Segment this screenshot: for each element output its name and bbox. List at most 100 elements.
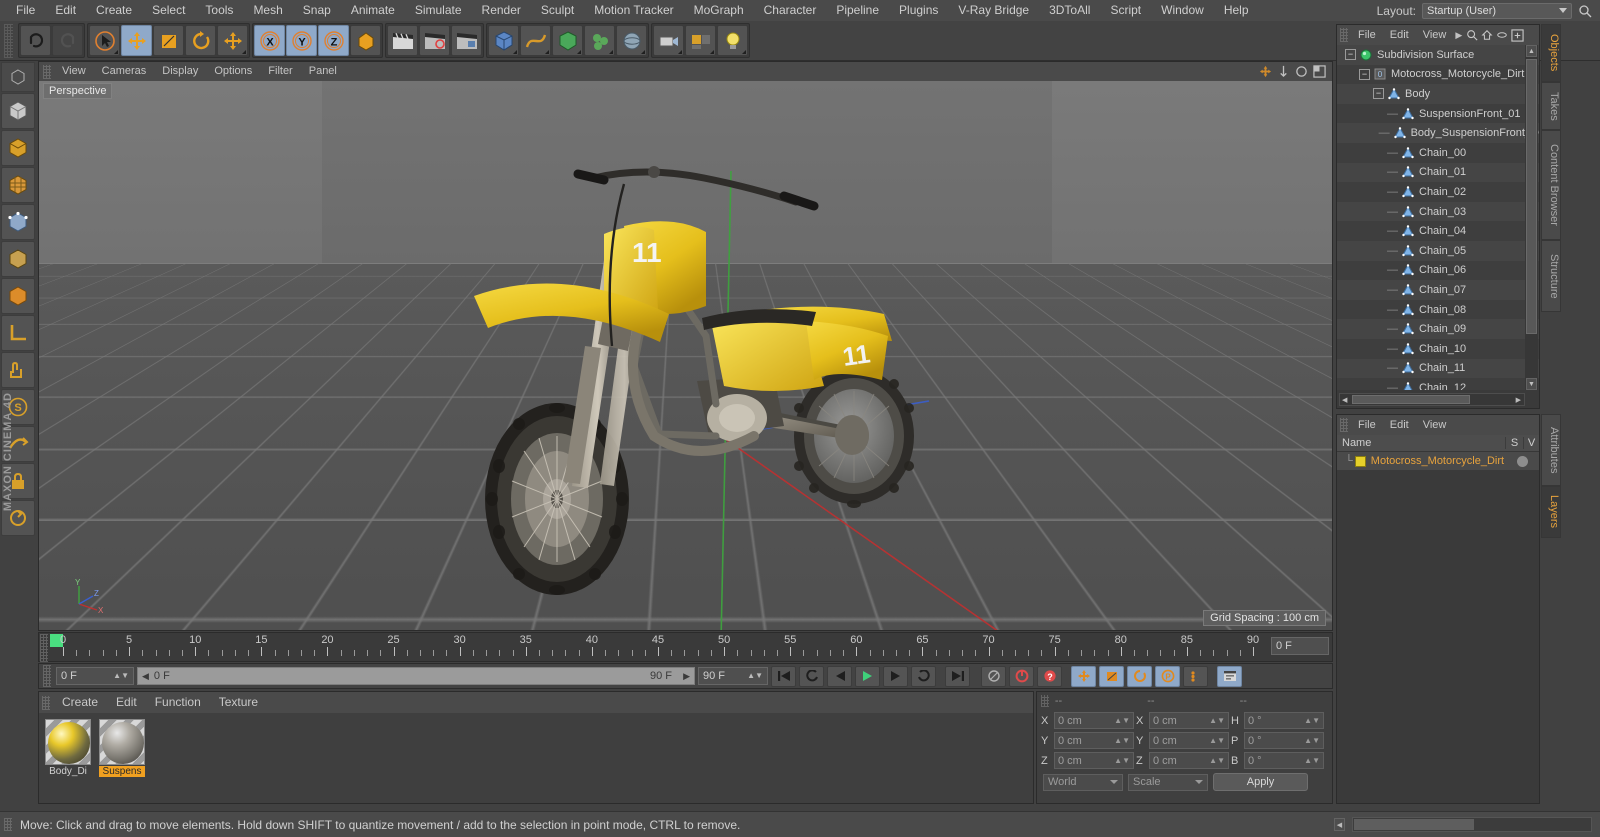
- object-menu-grip[interactable]: [1340, 28, 1348, 42]
- axis-gizmo-toggle-button[interactable]: [1, 62, 35, 92]
- step-back-button[interactable]: [827, 665, 852, 687]
- timeline-ruler[interactable]: 0 5 10 15 20 25 30 35 40 45 50 55 60 65 70 75 80 85 90 0 F: [38, 632, 1333, 662]
- menu-item-tools[interactable]: Tools: [195, 0, 243, 21]
- viewport-menu-cameras[interactable]: Cameras: [94, 62, 155, 81]
- object-tree-row[interactable]: — Chain_07: [1337, 280, 1539, 300]
- timeline-track[interactable]: 0 5 10 15 20 25 30 35 40 45 50 55 60 65 70 75 80 85 90: [50, 633, 1268, 661]
- statusbar-scrollbar[interactable]: [1352, 817, 1592, 832]
- scrollbar-thumb[interactable]: [1526, 59, 1537, 334]
- zoom-view-icon[interactable]: [1277, 65, 1290, 78]
- object-tree-row[interactable]: − Subdivision Surface: [1337, 45, 1539, 65]
- tool-flyout-corner[interactable]: [641, 50, 645, 54]
- timeline-toggle-button[interactable]: [1217, 665, 1242, 687]
- undo-button[interactable]: [20, 25, 51, 56]
- spinner-arrows-icon[interactable]: ▲▼: [1114, 716, 1130, 725]
- coord-input-size-y[interactable]: 0 cm ▲▼: [1149, 732, 1229, 749]
- coordinate-system-dropdown[interactable]: World: [1043, 773, 1123, 791]
- tree-expander-icon[interactable]: −: [1345, 49, 1356, 61]
- model-mode-button[interactable]: [1, 93, 35, 129]
- object-menu-view[interactable]: View: [1416, 25, 1454, 45]
- render-settings-button[interactable]: [451, 25, 482, 56]
- menu-item-mograph[interactable]: MoGraph: [684, 0, 754, 21]
- object-tree-row[interactable]: — Chain_10: [1337, 338, 1539, 359]
- move-tool-button[interactable]: [121, 25, 152, 56]
- axis-y-button[interactable]: Y: [286, 25, 317, 56]
- statusbar-grip[interactable]: [4, 818, 12, 831]
- move-tool-alt-button[interactable]: [217, 25, 248, 56]
- rotate-view-icon[interactable]: [1295, 65, 1308, 78]
- object-tree[interactable]: − Subdivision Surface −0 Motocross_Motorcyc…: [1337, 45, 1539, 390]
- object-menu-edit[interactable]: Edit: [1383, 25, 1416, 45]
- menu-item-select[interactable]: Select: [142, 0, 195, 21]
- tab-attributes[interactable]: Attributes: [1541, 414, 1561, 486]
- object-menu-file[interactable]: File: [1351, 25, 1383, 45]
- search-icon[interactable]: [1578, 4, 1592, 18]
- expand-all-icon[interactable]: [1511, 28, 1524, 42]
- menu-item-vray-bridge[interactable]: V-Ray Bridge: [948, 0, 1039, 21]
- go-to-end-button[interactable]: [945, 665, 970, 687]
- coord-input-rot-p[interactable]: 0 ° ▲▼: [1244, 732, 1324, 749]
- tool-flyout-corner[interactable]: [513, 50, 517, 54]
- rotate-tool-button[interactable]: [185, 25, 216, 56]
- search-icon[interactable]: [1466, 29, 1478, 41]
- add-environment-button[interactable]: [616, 25, 647, 56]
- add-deformer-button[interactable]: [584, 25, 615, 56]
- menu-item-help[interactable]: Help: [1214, 0, 1259, 21]
- tool-flyout-corner[interactable]: [742, 50, 746, 54]
- object-tree-row[interactable]: — Chain_01: [1337, 162, 1539, 183]
- coord-input-rot-b[interactable]: 0 ° ▲▼: [1244, 752, 1324, 769]
- spinner-arrows-icon[interactable]: ▲▼: [747, 672, 763, 680]
- current-frame-slider[interactable]: ◀ 0 F ▶ 90 F: [137, 667, 695, 685]
- position-key-button[interactable]: [1071, 665, 1096, 687]
- spinner-arrows-icon[interactable]: ▲▼: [1304, 756, 1320, 765]
- object-tree-row[interactable]: − Body: [1337, 84, 1539, 104]
- select-tool-button[interactable]: [89, 25, 120, 56]
- spinner-arrows-icon[interactable]: ▲▼: [113, 672, 129, 680]
- tab-content-browser[interactable]: Content Browser: [1541, 130, 1561, 240]
- layer-color-swatch[interactable]: [1354, 455, 1366, 467]
- object-tree-row[interactable]: — Chain_06: [1337, 260, 1539, 281]
- menu-item-render[interactable]: Render: [472, 0, 531, 21]
- next-key-button[interactable]: [911, 665, 936, 687]
- point-level-animation-button[interactable]: [1183, 665, 1208, 687]
- object-tree-row[interactable]: — Chain_12: [1337, 378, 1539, 390]
- tab-objects[interactable]: Objects: [1541, 24, 1561, 82]
- scroll-up-arrow-icon[interactable]: ▲: [1526, 45, 1537, 57]
- apply-button[interactable]: Apply: [1213, 773, 1308, 791]
- slider-left-arrow-icon[interactable]: ◀: [142, 671, 149, 682]
- polygon-mode-button[interactable]: [1, 167, 35, 203]
- scroll-down-arrow-icon[interactable]: ▼: [1526, 378, 1537, 390]
- add-light-button[interactable]: [717, 25, 748, 56]
- object-tree-hscrollbar[interactable]: ◀ ▶: [1339, 393, 1525, 406]
- tool-flyout-corner[interactable]: [609, 50, 613, 54]
- parameter-key-button[interactable]: P: [1155, 665, 1180, 687]
- world-object-coordinate-button[interactable]: [350, 25, 381, 56]
- spinner-arrows-icon[interactable]: ▲▼: [1304, 736, 1320, 745]
- spinner-arrows-icon[interactable]: ▲▼: [1114, 756, 1130, 765]
- object-tree-row[interactable]: — Chain_05: [1337, 240, 1539, 261]
- menu-item-script[interactable]: Script: [1100, 0, 1151, 21]
- rotation-key-button[interactable]: [1127, 665, 1152, 687]
- spinner-arrows-icon[interactable]: ▲▼: [1209, 716, 1225, 725]
- add-generator-button[interactable]: [552, 25, 583, 56]
- previous-key-button[interactable]: [799, 665, 824, 687]
- coord-input-pos-z[interactable]: 0 cm ▲▼: [1054, 752, 1134, 769]
- redo-button[interactable]: [52, 25, 83, 56]
- viewport-menu-grip[interactable]: [43, 64, 51, 79]
- axis-x-button[interactable]: X: [254, 25, 285, 56]
- spinner-arrows-icon[interactable]: ▲▼: [1209, 756, 1225, 765]
- layer-solo-dot[interactable]: [1517, 455, 1528, 467]
- timeline-grip[interactable]: [40, 634, 48, 662]
- spinner-arrows-icon[interactable]: ▲▼: [1304, 716, 1320, 725]
- tool-flyout-corner[interactable]: [242, 50, 246, 54]
- menu-item-snap[interactable]: Snap: [293, 0, 341, 21]
- step-forward-button[interactable]: [883, 665, 908, 687]
- object-tree-row[interactable]: — Chain_11: [1337, 358, 1539, 379]
- object-tree-scrollbar[interactable]: ▲ ▼: [1525, 45, 1538, 390]
- material-swatch[interactable]: [99, 719, 145, 765]
- menu-overflow-arrow-icon[interactable]: ▶: [1455, 30, 1462, 41]
- coordinate-mode-dropdown[interactable]: Scale: [1128, 773, 1208, 791]
- tool-flyout-corner[interactable]: [545, 50, 549, 54]
- scroll-right-arrow-icon[interactable]: ▶: [1516, 396, 1521, 404]
- pan-view-icon[interactable]: [1259, 65, 1272, 78]
